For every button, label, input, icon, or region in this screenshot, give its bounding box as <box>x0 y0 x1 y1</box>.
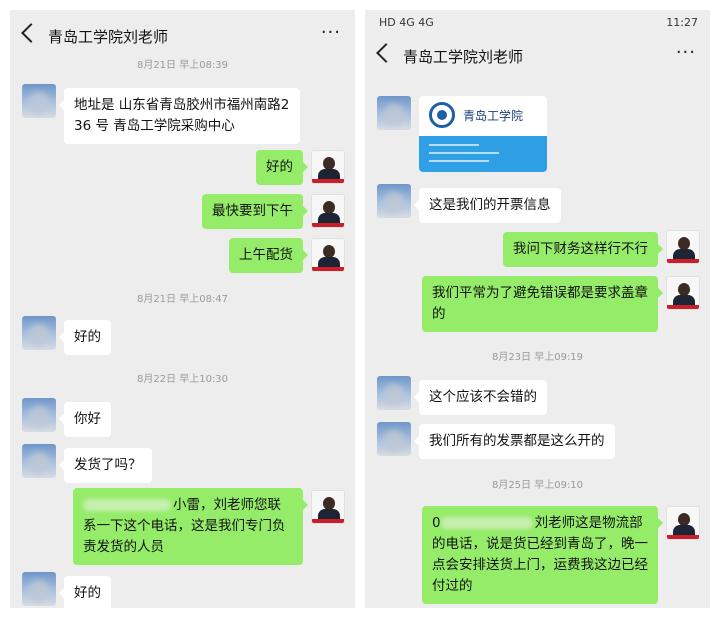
timestamp: 8月21日 早上08:47 <box>136 294 229 305</box>
outgoing-message-prefix: 0 <box>432 515 441 531</box>
timestamp: 8月23日 早上09:19 <box>491 352 584 363</box>
chat-header: 青岛工学院刘老师 ··· <box>10 18 355 58</box>
redacted-phone-blur <box>83 499 171 511</box>
chat-header: 青岛工学院刘老师 ··· <box>365 38 710 78</box>
outgoing-message[interactable]: 0 刘老师这是物流部的电话，说是货已经到青岛了，晚一点会安排送货上门，运费我这边已… <box>422 506 663 604</box>
user-avatar[interactable] <box>311 238 345 272</box>
chat-title: 青岛工学院刘老师 <box>48 28 169 46</box>
outgoing-message[interactable]: 我问下财务这样行不行 <box>503 232 663 267</box>
chat-title: 青岛工学院刘老师 <box>403 48 524 66</box>
back-arrow-icon[interactable] <box>21 23 41 43</box>
contact-avatar[interactable] <box>22 398 56 432</box>
outgoing-message[interactable]: 我们平常为了避免错误都是要求盖章的 <box>422 276 663 332</box>
user-avatar[interactable] <box>666 276 700 310</box>
status-time: 11:27 <box>666 16 698 29</box>
incoming-message[interactable]: 这是我们的开票信息 <box>414 188 561 223</box>
redacted-phone-blur <box>440 517 533 529</box>
card-school-name: 青岛工学院 <box>463 109 524 123</box>
user-avatar[interactable] <box>666 230 700 264</box>
timestamp: 8月21日 早上08:39 <box>136 60 229 71</box>
incoming-message[interactable]: 我们所有的发票都是这么开的 <box>414 424 615 459</box>
more-options-icon[interactable]: ··· <box>676 42 696 63</box>
outgoing-message[interactable]: 最快要到下午 <box>202 194 308 229</box>
incoming-message[interactable]: 你好 <box>59 402 111 437</box>
school-logo-icon <box>429 102 455 128</box>
user-avatar[interactable] <box>311 194 345 228</box>
timestamp: 8月22日 早上10:30 <box>136 374 229 385</box>
chat-screenshot-right: HD 4G 4G 11:27 青岛工学院刘老师 ··· 青岛工学院 这是我们的开… <box>365 10 710 608</box>
contact-avatar[interactable] <box>22 84 56 118</box>
contact-avatar[interactable] <box>377 422 411 456</box>
contact-avatar[interactable] <box>22 572 56 606</box>
more-options-icon[interactable]: ··· <box>321 22 341 43</box>
contact-avatar[interactable] <box>377 376 411 410</box>
timestamp: 8月25日 早上09:10 <box>491 480 584 491</box>
outgoing-message[interactable]: 上午配货 <box>229 238 308 273</box>
signal-indicators: HD 4G 4G <box>379 16 434 29</box>
contact-avatar[interactable] <box>22 316 56 350</box>
incoming-message[interactable]: 地址是 山东省青岛胶州市福州南路236 号 青岛工学院采购中心 <box>59 88 300 144</box>
chat-screenshot-left: 青岛工学院刘老师 ··· 8月21日 早上08:39 地址是 山东省青岛胶州市福… <box>10 10 355 608</box>
invoice-info-image[interactable]: 青岛工学院 <box>419 96 547 172</box>
outgoing-message[interactable]: 小雷，刘老师您联系一下这个电话，这是我们专门负责发货的人员 <box>73 488 308 565</box>
contact-avatar[interactable] <box>377 184 411 218</box>
outgoing-message[interactable]: 好的 <box>256 150 308 185</box>
user-avatar[interactable] <box>666 506 700 540</box>
incoming-message[interactable]: 发货了吗？ <box>59 448 152 483</box>
incoming-message[interactable]: 好的 <box>59 576 111 608</box>
back-arrow-icon[interactable] <box>376 43 396 63</box>
incoming-message[interactable]: 这个应该不会错的 <box>414 380 547 415</box>
user-avatar[interactable] <box>311 150 345 184</box>
user-avatar[interactable] <box>311 490 345 524</box>
status-bar: HD 4G 4G 11:27 <box>365 10 710 34</box>
contact-avatar[interactable] <box>377 96 411 130</box>
incoming-message[interactable]: 好的 <box>59 320 111 355</box>
contact-avatar[interactable] <box>22 444 56 478</box>
